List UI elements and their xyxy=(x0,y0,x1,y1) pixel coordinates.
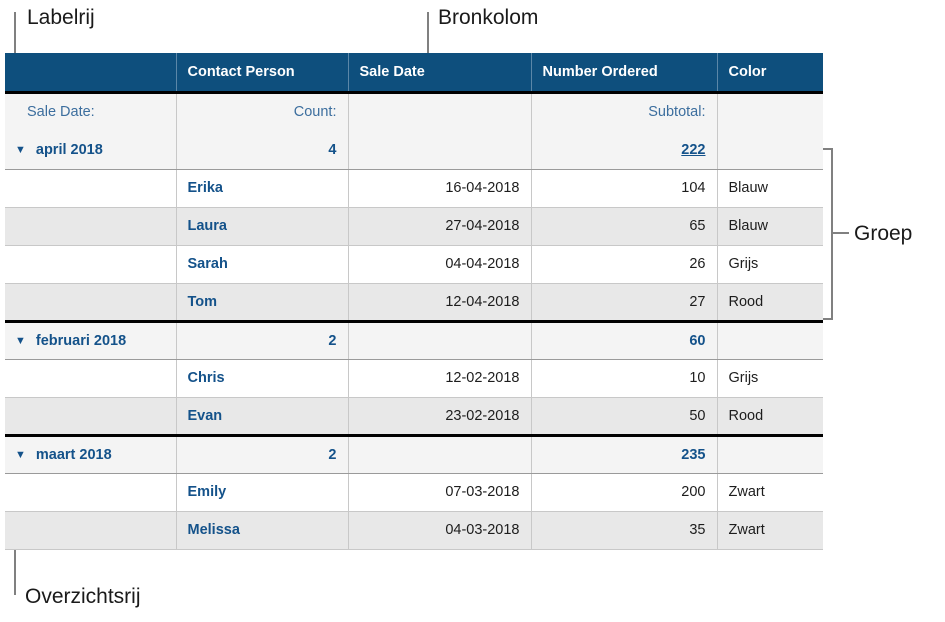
table-row[interactable]: Evan 23-02-2018 50 Rood xyxy=(5,397,823,437)
row-person-cell: Evan xyxy=(176,397,349,437)
row-group-cell xyxy=(5,283,177,323)
row-number-cell: 26 xyxy=(531,245,718,284)
pivot-table: Contact Person Sale Date Number Ordered … xyxy=(5,53,823,550)
row-group-cell xyxy=(5,511,177,550)
row-date-cell: 12-04-2018 xyxy=(348,283,532,323)
group-subtotal-cell: 235 xyxy=(531,435,718,474)
label-row-date xyxy=(348,92,532,131)
row-group-cell xyxy=(5,359,177,398)
group-color-cell xyxy=(717,435,823,474)
row-group-cell xyxy=(5,207,177,246)
row-color-cell: Blauw xyxy=(717,169,823,208)
group-name-cell[interactable]: ▼ maart 2018 xyxy=(5,435,177,474)
row-number-cell: 200 xyxy=(531,473,718,512)
label-row-color xyxy=(717,92,823,131)
row-color-cell: Zwart xyxy=(717,511,823,550)
row-color-cell: Grijs xyxy=(717,245,823,284)
row-color-cell: Blauw xyxy=(717,207,823,246)
group-count-cell: 2 xyxy=(176,435,349,474)
column-header-sale-date[interactable]: Sale Date xyxy=(348,53,532,94)
callout-label-overzichtsrij: Overzichtsrij xyxy=(25,585,141,608)
column-header-number-ordered[interactable]: Number Ordered xyxy=(531,53,718,94)
row-date-cell: 12-02-2018 xyxy=(348,359,532,398)
table-row[interactable]: Melissa 04-03-2018 35 Zwart xyxy=(5,511,823,550)
row-person-cell: Tom xyxy=(176,283,349,323)
group-color-cell xyxy=(717,131,823,170)
group-name-label: maart 2018 xyxy=(35,446,112,463)
callout-label-groep: Groep xyxy=(854,222,913,245)
callout-line-groep-bracket-vertical xyxy=(831,148,833,320)
group-color-cell xyxy=(717,321,823,360)
row-color-cell: Rood xyxy=(717,283,823,323)
row-color-cell: Grijs xyxy=(717,359,823,398)
column-header-color[interactable]: Color xyxy=(717,53,823,94)
callout-label-labelrij: Labelrij xyxy=(27,6,95,29)
row-date-cell: 04-03-2018 xyxy=(348,511,532,550)
label-row-subtotal: Subtotal: xyxy=(531,92,718,131)
table-row[interactable]: Erika 16-04-2018 104 Blauw xyxy=(5,169,823,208)
group-count-cell: 2 xyxy=(176,321,349,360)
column-header-contact-person[interactable]: Contact Person xyxy=(176,53,349,94)
table-row[interactable]: Sarah 04-04-2018 26 Grijs xyxy=(5,245,823,284)
table-row[interactable]: Laura 27-04-2018 65 Blauw xyxy=(5,207,823,246)
group-summary-row[interactable]: ▼ februari 2018 2 60 xyxy=(5,321,823,360)
callout-line-groep-stem xyxy=(831,232,849,234)
row-group-cell xyxy=(5,473,177,512)
row-group-cell xyxy=(5,397,177,437)
group-summary-row[interactable]: ▼ maart 2018 2 235 xyxy=(5,435,823,474)
triangle-down-icon[interactable]: ▼ xyxy=(15,335,26,347)
column-header-group[interactable] xyxy=(5,53,177,94)
row-person-cell: Sarah xyxy=(176,245,349,284)
row-person-cell: Laura xyxy=(176,207,349,246)
table-row[interactable]: Emily 07-03-2018 200 Zwart xyxy=(5,473,823,512)
row-color-cell: Rood xyxy=(717,397,823,437)
row-number-cell: 27 xyxy=(531,283,718,323)
row-person-cell: Chris xyxy=(176,359,349,398)
row-number-cell: 65 xyxy=(531,207,718,246)
group-date-cell xyxy=(348,131,532,170)
group-subtotal-value: 222 xyxy=(681,141,706,158)
callout-label-bronkolom: Bronkolom xyxy=(438,6,539,29)
table-row[interactable]: Chris 12-02-2018 10 Grijs xyxy=(5,359,823,398)
group-subtotal-cell: 222 xyxy=(531,131,718,170)
callout-line-bronkolom-vertical xyxy=(427,12,429,55)
row-group-cell xyxy=(5,169,177,208)
row-number-cell: 35 xyxy=(531,511,718,550)
label-row-count: Count: xyxy=(176,92,349,131)
pivot-table-container: Contact Person Sale Date Number Ordered … xyxy=(5,53,823,550)
row-person-cell: Melissa xyxy=(176,511,349,550)
row-person-cell: Emily xyxy=(176,473,349,512)
group-name-cell[interactable]: ▼ april 2018 xyxy=(5,131,177,170)
row-number-cell: 104 xyxy=(531,169,718,208)
row-date-cell: 07-03-2018 xyxy=(348,473,532,512)
row-group-cell xyxy=(5,245,177,284)
group-summary-row[interactable]: ▼ april 2018 4 222 xyxy=(5,131,823,170)
triangle-down-icon[interactable]: ▼ xyxy=(15,144,26,156)
row-date-cell: 23-02-2018 xyxy=(348,397,532,437)
table-header-row: Contact Person Sale Date Number Ordered … xyxy=(5,53,823,94)
label-row: Sale Date: Count: Subtotal: xyxy=(5,92,823,131)
group-name-label: april 2018 xyxy=(35,141,103,158)
row-date-cell: 27-04-2018 xyxy=(348,207,532,246)
row-date-cell: 16-04-2018 xyxy=(348,169,532,208)
triangle-down-icon[interactable]: ▼ xyxy=(15,449,26,461)
group-subtotal-cell: 60 xyxy=(531,321,718,360)
table-row[interactable]: Tom 12-04-2018 27 Rood xyxy=(5,283,823,323)
group-name-label: februari 2018 xyxy=(35,332,127,349)
group-date-cell xyxy=(348,435,532,474)
row-date-cell: 04-04-2018 xyxy=(348,245,532,284)
row-number-cell: 10 xyxy=(531,359,718,398)
group-name-cell[interactable]: ▼ februari 2018 xyxy=(5,321,177,360)
group-date-cell xyxy=(348,321,532,360)
row-number-cell: 50 xyxy=(531,397,718,437)
group-count-cell: 4 xyxy=(176,131,349,170)
label-row-field: Sale Date: xyxy=(5,92,177,131)
row-color-cell: Zwart xyxy=(717,473,823,512)
row-person-cell: Erika xyxy=(176,169,349,208)
